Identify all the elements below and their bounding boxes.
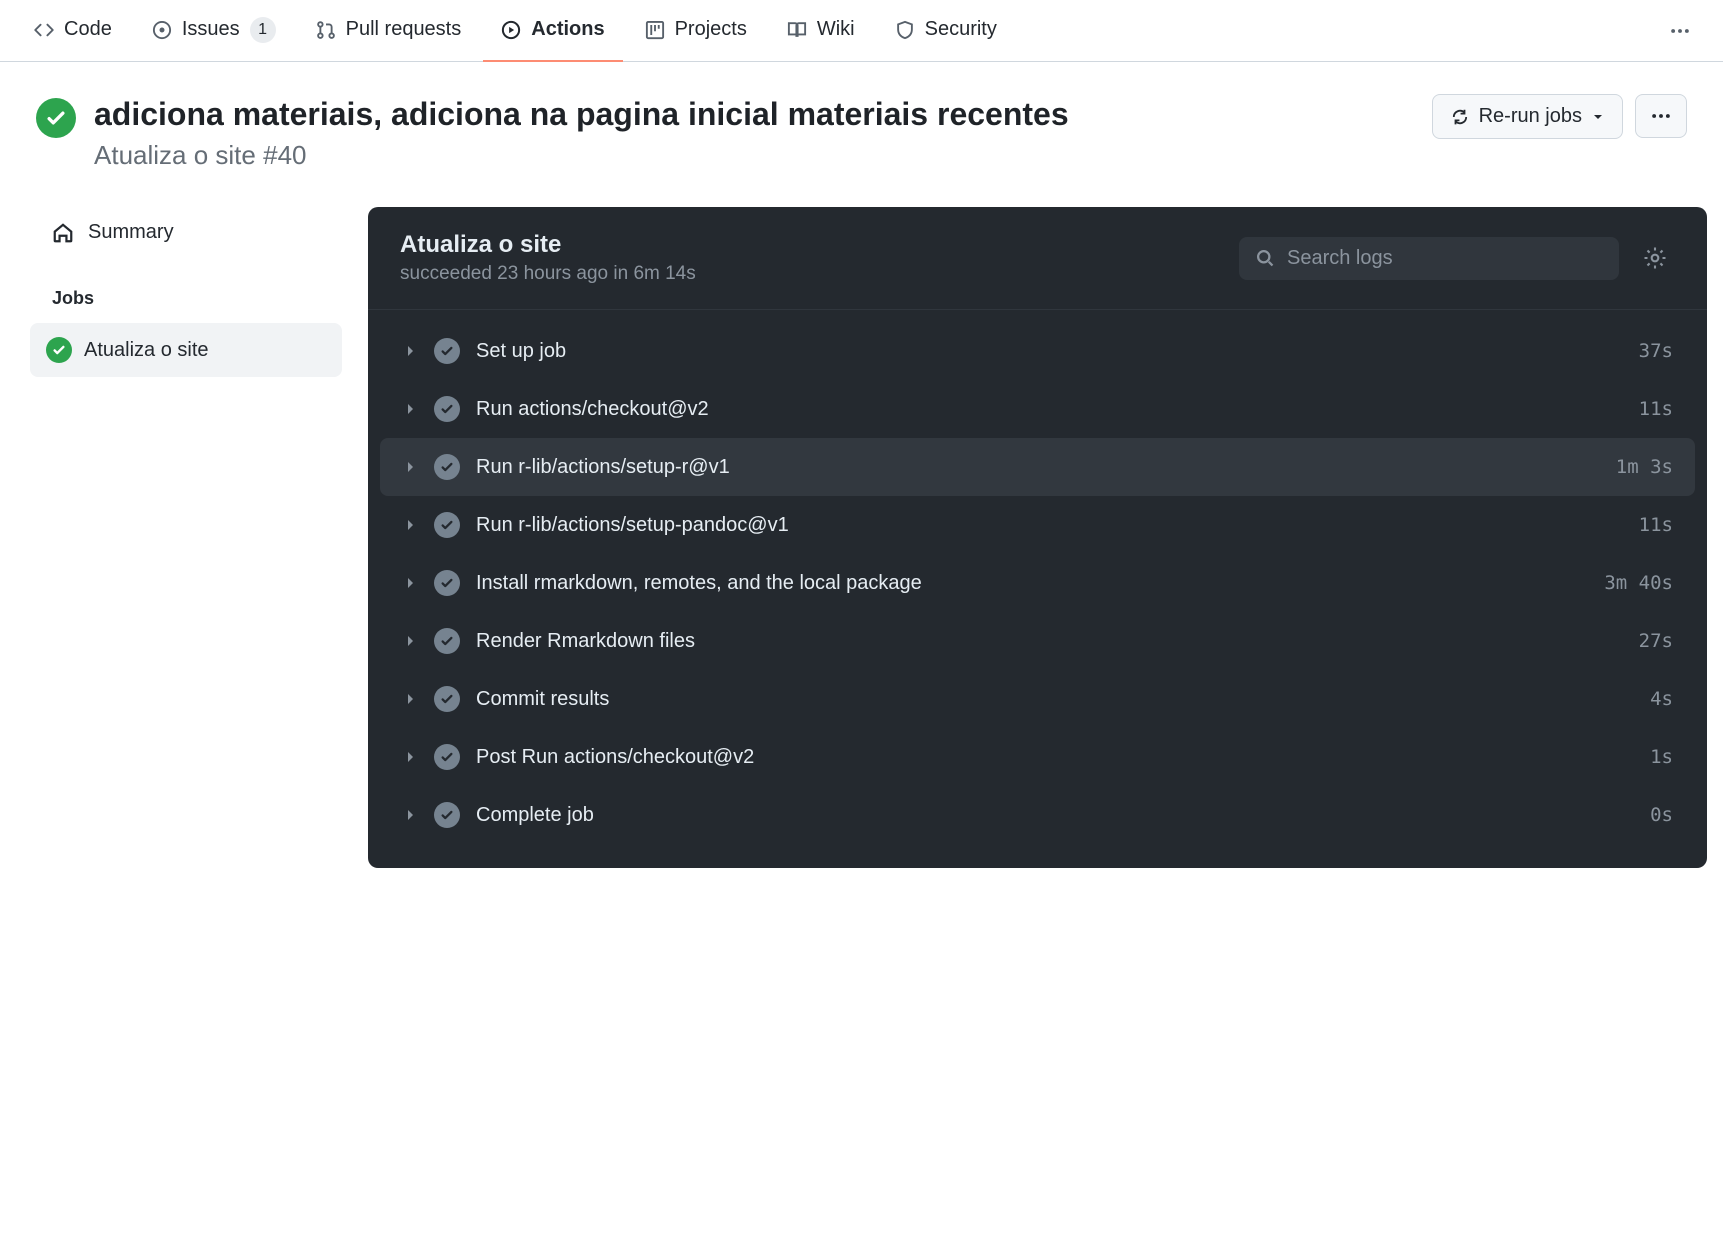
step-duration: 1s: [1650, 746, 1673, 768]
issues-count: 1: [250, 17, 276, 43]
step-row[interactable]: Set up job 37s: [380, 322, 1695, 380]
tab-actions[interactable]: Actions: [483, 0, 622, 62]
chevron-right-icon: [402, 459, 418, 475]
workflow-name-link[interactable]: Atualiza o site: [94, 140, 256, 170]
tab-pulls[interactable]: Pull requests: [298, 0, 480, 62]
project-icon: [645, 20, 665, 40]
chevron-right-icon: [402, 807, 418, 823]
run-kebab-button[interactable]: [1635, 94, 1687, 138]
job-panel-header: Atualiza o site succeeded 23 hours ago i…: [368, 207, 1707, 310]
step-duration: 0s: [1650, 804, 1673, 826]
search-icon: [1255, 248, 1275, 268]
tab-label: Actions: [531, 18, 604, 41]
step-duration: 3m 40s: [1604, 572, 1673, 594]
step-row[interactable]: Install rmarkdown, remotes, and the loca…: [380, 554, 1695, 612]
tab-code[interactable]: Code: [16, 0, 130, 62]
sidebar-summary-label: Summary: [88, 221, 174, 244]
check-icon: [434, 512, 460, 538]
tab-wiki[interactable]: Wiki: [769, 0, 873, 62]
step-row[interactable]: Run actions/checkout@v2 11s: [380, 380, 1695, 438]
step-row[interactable]: Run r-lib/actions/setup-pandoc@v1 11s: [380, 496, 1695, 554]
check-icon: [46, 337, 72, 363]
step-name: Commit results: [476, 688, 1634, 711]
step-name: Run actions/checkout@v2: [476, 398, 1623, 421]
issue-icon: [152, 20, 172, 40]
search-logs-box[interactable]: [1239, 237, 1619, 280]
shield-icon: [895, 20, 915, 40]
job-status-line: succeeded 23 hours ago in 6m 14s: [400, 263, 1223, 285]
check-icon: [434, 570, 460, 596]
check-icon: [434, 338, 460, 364]
run-status-icon: [36, 98, 76, 138]
step-row[interactable]: Render Rmarkdown files 27s: [380, 612, 1695, 670]
nav-overflow-button[interactable]: [1653, 12, 1707, 50]
step-duration: 1m 3s: [1616, 456, 1673, 478]
steps-list: Set up job37sRun actions/checkout@v211sR…: [368, 310, 1707, 868]
job-title: Atualiza o site: [400, 231, 1223, 259]
step-row[interactable]: Post Run actions/checkout@v2 1s: [380, 728, 1695, 786]
chevron-right-icon: [402, 633, 418, 649]
run-title: adiciona materiais, adiciona na pagina i…: [94, 94, 1414, 134]
check-icon: [434, 454, 460, 480]
home-icon: [52, 222, 74, 244]
step-name: Run r-lib/actions/setup-r@v1: [476, 456, 1600, 479]
search-logs-input[interactable]: [1287, 247, 1603, 270]
run-header: adiciona materiais, adiciona na pagina i…: [0, 62, 1723, 179]
check-icon: [434, 744, 460, 770]
step-row[interactable]: Commit results 4s: [380, 670, 1695, 728]
tab-issues[interactable]: Issues 1: [134, 0, 294, 62]
check-icon: [434, 628, 460, 654]
check-icon: [434, 802, 460, 828]
chevron-right-icon: [402, 517, 418, 533]
tab-label: Security: [925, 18, 997, 41]
step-name: Render Rmarkdown files: [476, 630, 1623, 653]
job-log-panel: Atualiza o site succeeded 23 hours ago i…: [368, 207, 1707, 868]
sidebar-summary-link[interactable]: Summary: [36, 207, 336, 258]
step-name: Run r-lib/actions/setup-pandoc@v1: [476, 514, 1623, 537]
chevron-right-icon: [402, 749, 418, 765]
run-subtitle: Atualiza o site #40: [94, 140, 1414, 171]
tab-label: Pull requests: [346, 18, 462, 41]
run-sidebar: Summary Jobs Atualiza o site: [16, 207, 336, 868]
step-name: Set up job: [476, 340, 1623, 363]
rerun-label: Re-run jobs: [1479, 105, 1582, 128]
tab-security[interactable]: Security: [877, 0, 1015, 62]
chevron-right-icon: [402, 343, 418, 359]
step-duration: 11s: [1639, 398, 1673, 420]
check-icon: [434, 396, 460, 422]
repo-tabs: Code Issues 1 Pull requests Actions Proj…: [0, 0, 1723, 62]
log-settings-button[interactable]: [1635, 238, 1675, 278]
step-name: Post Run actions/checkout@v2: [476, 746, 1634, 769]
caret-down-icon: [1592, 111, 1604, 123]
sidebar-jobs-heading: Jobs: [36, 258, 336, 323]
step-name: Complete job: [476, 804, 1634, 827]
play-icon: [501, 20, 521, 40]
chevron-right-icon: [402, 691, 418, 707]
step-duration: 27s: [1639, 630, 1673, 652]
tab-label: Wiki: [817, 18, 855, 41]
step-row[interactable]: Run r-lib/actions/setup-r@v1 1m 3s: [380, 438, 1695, 496]
step-row[interactable]: Complete job 0s: [380, 786, 1695, 844]
chevron-right-icon: [402, 575, 418, 591]
tab-label: Projects: [675, 18, 747, 41]
sidebar-job-label: Atualiza o site: [84, 339, 209, 362]
tab-label: Code: [64, 18, 112, 41]
step-duration: 11s: [1639, 514, 1673, 536]
step-duration: 37s: [1639, 340, 1673, 362]
code-icon: [34, 20, 54, 40]
chevron-right-icon: [402, 401, 418, 417]
tab-label: Issues: [182, 18, 240, 41]
check-icon: [434, 686, 460, 712]
sync-icon: [1451, 108, 1469, 126]
step-duration: 4s: [1650, 688, 1673, 710]
rerun-jobs-button[interactable]: Re-run jobs: [1432, 94, 1623, 139]
step-name: Install rmarkdown, remotes, and the loca…: [476, 572, 1588, 595]
tab-projects[interactable]: Projects: [627, 0, 765, 62]
pull-request-icon: [316, 20, 336, 40]
book-icon: [787, 20, 807, 40]
sidebar-job-item[interactable]: Atualiza o site: [30, 323, 342, 377]
run-number: #40: [263, 140, 306, 170]
